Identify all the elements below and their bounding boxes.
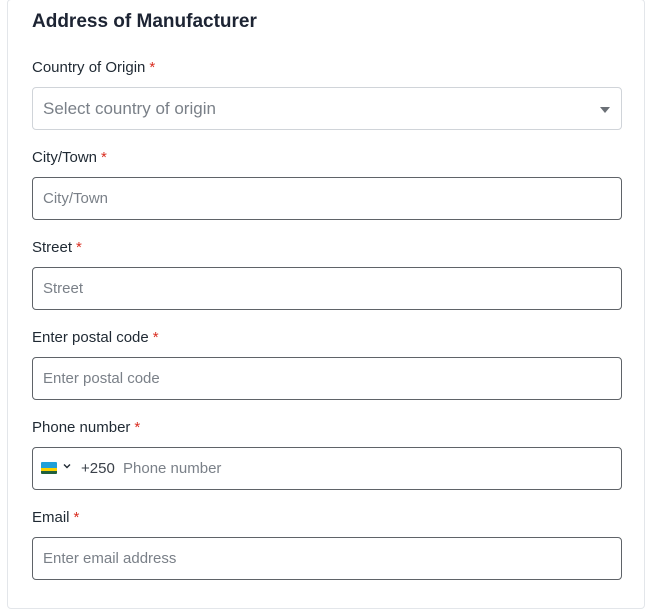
postal-field-box (32, 357, 622, 400)
country-select[interactable]: Select country of origin (32, 87, 622, 130)
phone-label-text: Phone number (32, 419, 131, 436)
email-label: Email * (32, 508, 79, 528)
country-code-selector[interactable] (41, 461, 73, 477)
country-label: Country of Origin * (32, 58, 155, 78)
chevron-down-icon (63, 464, 71, 469)
email-label-text: Email (32, 509, 70, 526)
phone-field-box: +250 (32, 447, 622, 490)
required-mark: * (101, 149, 107, 166)
caret-down-icon (600, 107, 610, 113)
city-label-text: City/Town (32, 149, 98, 166)
country-label-text: Country of Origin (32, 59, 146, 76)
street-label: Street * (32, 238, 82, 258)
phone-input[interactable] (123, 448, 603, 489)
postal-label: Enter postal code * (32, 328, 159, 348)
street-field-box (32, 267, 622, 310)
city-input[interactable] (43, 178, 603, 219)
phone-label: Phone number * (32, 418, 140, 438)
required-mark: * (134, 419, 141, 436)
city-field-box (32, 177, 622, 220)
street-input[interactable] (43, 268, 603, 309)
rwanda-flag-icon (41, 462, 57, 474)
required-mark: * (73, 509, 80, 526)
city-label: City/Town * (32, 148, 107, 168)
postal-code-input[interactable] (43, 358, 603, 399)
email-input[interactable] (43, 538, 603, 579)
required-mark: * (76, 239, 82, 256)
dial-code: +250 (81, 460, 115, 477)
section-title: Address of Manufacturer (32, 11, 257, 32)
postal-label-text: Enter postal code (32, 329, 149, 346)
required-mark: * (149, 59, 156, 76)
country-select-placeholder: Select country of origin (43, 99, 216, 118)
street-label-text: Street (32, 239, 73, 256)
required-mark: * (152, 329, 159, 346)
email-field-box (32, 537, 622, 580)
